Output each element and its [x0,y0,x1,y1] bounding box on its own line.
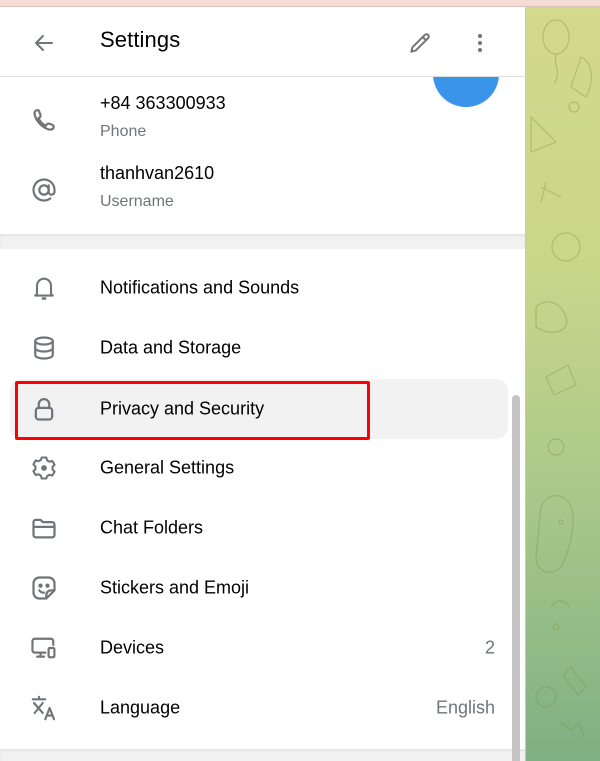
devices-icon [28,632,60,664]
menu-item-data-storage[interactable]: Data and Storage [10,318,508,378]
settings-header: Settings [0,7,525,77]
lock-icon [28,393,60,425]
page-title: Settings [100,27,181,52]
phone-number: +84 363300933 [100,93,226,113]
settings-panel: Settings +84 363300933 Phone thanhvan261… [0,7,525,761]
menu-item-notifications[interactable]: Notifications and Sounds [10,258,508,318]
gear-icon [28,452,60,484]
database-icon [28,332,60,364]
more-vertical-icon [478,34,482,52]
chat-wallpaper [525,7,600,761]
back-button[interactable] [26,25,62,61]
phone-icon [28,104,60,136]
menu-item-label: Notifications and Sounds [100,277,300,298]
phone-label: Phone [100,123,147,140]
menu-item-language[interactable]: Language English [10,678,508,738]
menu-item-general-settings[interactable]: General Settings [10,438,508,498]
menu-item-chat-folders[interactable]: Chat Folders [10,498,508,558]
menu-item-privacy-security[interactable]: Privacy and Security [10,379,508,439]
doodle-pattern-icon [530,19,593,737]
scrollbar[interactable] [512,395,520,761]
menu-item-label: General Settings [100,457,235,478]
more-options-button[interactable] [462,25,498,61]
menu-item-label: Privacy and Security [100,398,265,419]
at-sign-icon [28,174,60,206]
arrow-left-icon [35,35,53,51]
bell-icon [28,272,60,304]
menu-item-label: Language [100,697,181,718]
menu-item-label: Chat Folders [100,517,204,538]
section-divider [0,234,525,249]
menu-item-stickers-emoji[interactable]: Stickers and Emoji [10,558,508,618]
menu-item-label: Devices [100,637,165,658]
username-value: thanhvan2610 [100,163,215,183]
folder-icon [28,512,60,544]
menu-item-label: Stickers and Emoji [100,577,250,598]
menu-item-label: Data and Storage [100,337,242,358]
sticker-icon [28,572,60,604]
translate-icon [28,692,60,724]
menu-item-devices[interactable]: Devices 2 [10,618,508,678]
username-row[interactable]: thanhvan2610 Username [0,155,525,225]
window-top-strip [0,0,600,7]
section-divider-bottom [0,749,525,761]
language-value: English [435,697,495,718]
edit-profile-button[interactable] [402,25,438,61]
username-label: Username [100,193,174,210]
pencil-icon [410,33,430,53]
devices-count: 2 [484,637,495,658]
